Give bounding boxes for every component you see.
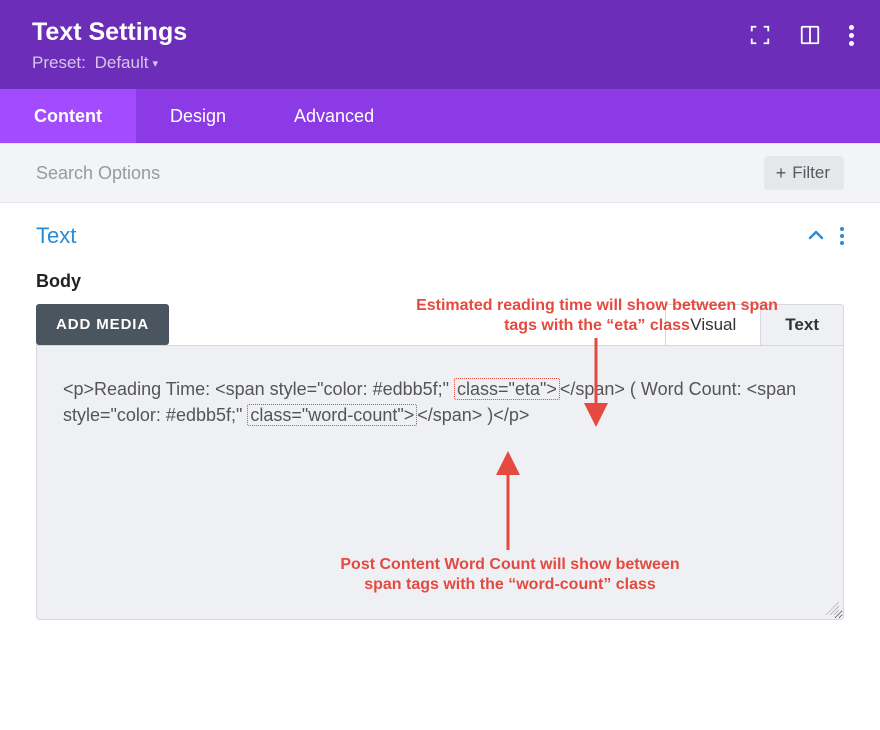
add-media-button[interactable]: ADD MEDIA <box>36 304 169 345</box>
expand-icon[interactable] <box>749 24 771 46</box>
plus-icon: + <box>776 164 787 182</box>
body-field-label: Body <box>36 271 844 292</box>
preset-label: Preset: <box>32 53 86 73</box>
settings-header: Text Settings Preset: Default ▾ <box>0 0 880 89</box>
more-options-icon[interactable] <box>849 25 854 46</box>
editor-tab-visual[interactable]: Visual <box>666 305 760 345</box>
editor-toolbar: ADD MEDIA Visual Text <box>36 304 844 345</box>
settings-title: Text Settings <box>32 18 848 47</box>
highlight-eta-class: class="eta"> <box>454 378 560 400</box>
filter-button[interactable]: + Filter <box>764 156 844 190</box>
preset-value: Default <box>95 53 149 73</box>
text-section-title: Text <box>36 223 76 249</box>
filter-button-label: Filter <box>792 163 830 183</box>
tab-advanced[interactable]: Advanced <box>260 89 408 143</box>
main-tabs: Content Design Advanced <box>0 89 880 143</box>
editor-mode-tabs: Visual Text <box>665 304 844 345</box>
highlight-wordcount-class: class="word-count"> <box>247 404 417 426</box>
search-input[interactable] <box>36 163 752 184</box>
text-section: Text Body ADD MEDIA Visual Text <p>Readi… <box>0 203 880 620</box>
search-filter-row: + Filter <box>0 143 880 203</box>
body-code-content: <p>Reading Time: <span style="color: #ed… <box>63 378 796 426</box>
preset-selector[interactable]: Preset: Default ▾ <box>32 53 158 73</box>
columns-icon[interactable] <box>799 24 821 46</box>
header-action-icons <box>749 24 854 46</box>
editor-tab-text[interactable]: Text <box>760 305 843 345</box>
caret-down-icon: ▾ <box>152 57 158 70</box>
collapse-icon[interactable] <box>808 228 824 244</box>
text-section-header: Text <box>36 223 844 249</box>
tab-content[interactable]: Content <box>0 89 136 143</box>
tab-design[interactable]: Design <box>136 89 260 143</box>
body-code-editor[interactable]: <p>Reading Time: <span style="color: #ed… <box>36 345 844 620</box>
section-more-icon[interactable] <box>840 227 844 245</box>
resize-handle-icon[interactable] <box>825 601 839 615</box>
